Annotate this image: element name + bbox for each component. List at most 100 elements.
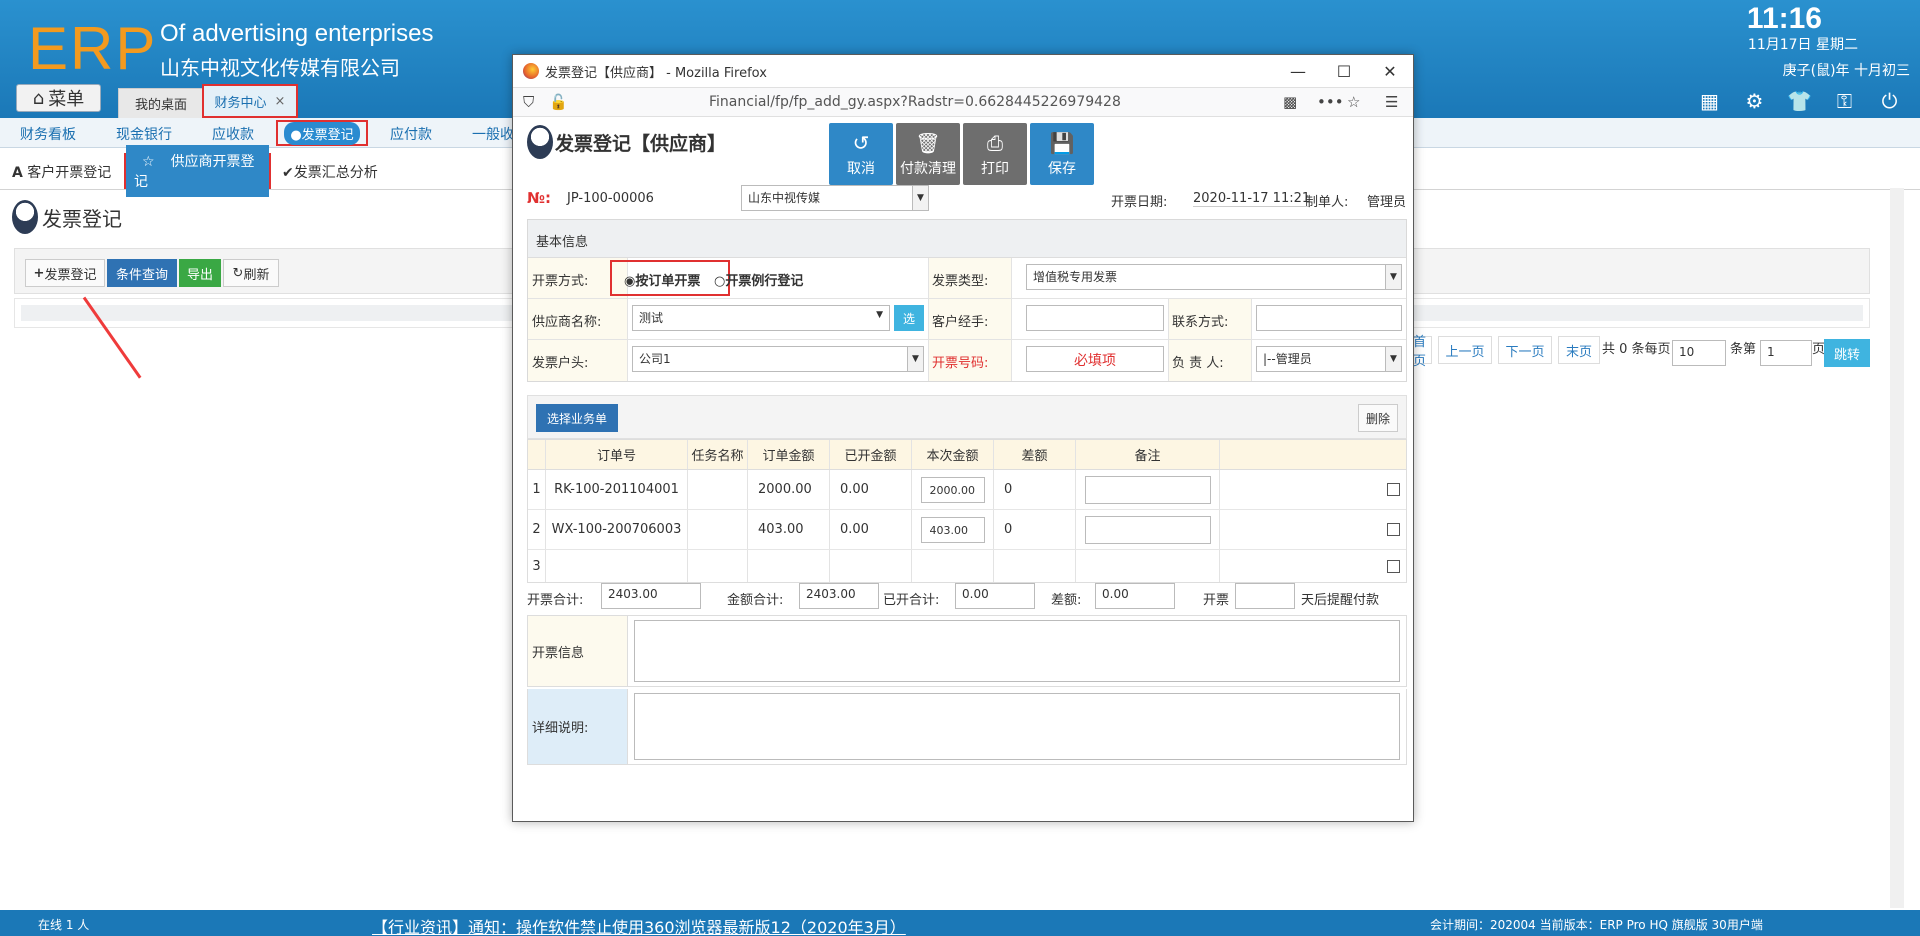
shirt-icon[interactable]: 👕 [1787,88,1812,113]
detail-textarea[interactable] [634,693,1400,760]
maker-label: 制单人: [1305,195,1349,210]
prev-page-button[interactable]: 上一页 [1438,336,1492,364]
clock: 11:16 [1746,2,1822,35]
account-select[interactable]: 公司1 ▼ [632,346,924,372]
key-icon[interactable]: ⚿ [1832,88,1857,113]
tab-desktop[interactable]: 我的桌面 [118,88,204,118]
row-checkbox[interactable] [1387,523,1400,536]
pager-total: 共 0 条每页 [1602,342,1671,357]
page-title: 发票登记 [12,200,122,234]
header-icons: ▦ ⚙ 👕 ⚿ ⏻ [1697,88,1902,113]
company-select[interactable]: 山东中视传媒 ▼ [741,185,929,211]
print-button[interactable]: ⎙ 打印 [963,123,1027,185]
caret-icon: ▼ [876,310,883,320]
page-number-input[interactable]: 1 [1760,340,1812,366]
add-invoice-button[interactable]: + 发票登记 [25,259,105,287]
tab-customer-invoice[interactable]: A 客户开票登记 [12,162,111,182]
qr-icon[interactable]: ▩ [1283,93,1297,111]
status-bar: 在线 1 人 【行业资讯】通知：操作软件禁止使用360浏览器最新版12（2020… [0,910,1920,936]
scrollbar[interactable] [1890,188,1904,908]
invoice-info-textarea[interactable] [634,620,1400,682]
check-icon: ✔ [282,165,294,181]
clear-payment-button[interactable]: 🗑 付款清理 [896,123,960,185]
invoice-info-box: 开票信息 [527,615,1407,687]
col-order-no: 订单号 [546,440,688,469]
gear-icon[interactable]: ⚙ [1742,88,1767,113]
maximize-icon[interactable]: ☐ [1321,55,1367,87]
per-page-select[interactable]: 10 [1672,340,1726,366]
insecure-icon: 🔓 [549,93,568,111]
amount-total[interactable]: 2403.00 [799,583,879,609]
close-icon[interactable]: ✕ [1367,55,1413,87]
invoice-type-select[interactable]: 增值税专用发票 ▼ [1026,264,1402,290]
cancel-button[interactable]: ↺ 取消 [829,123,893,185]
number-input[interactable]: 必填项 [1026,346,1164,372]
chevron-down-icon: ▼ [1385,347,1401,371]
power-icon[interactable]: ⏻ [1877,88,1902,113]
jump-button[interactable]: 跳转 [1824,339,1870,367]
table-row: 3 [528,550,1406,582]
invoice-total[interactable]: 2403.00 [601,583,701,609]
orders-grid: 订单号 任务名称 订单金额 已开金额 本次金额 差额 备注 1 RK-100-2… [527,439,1407,583]
nav-item-board[interactable]: 财务看板 [20,124,76,144]
remind-days-input[interactable] [1235,583,1295,609]
nav-item-receivable[interactable]: 应收款 [212,124,254,144]
refresh-icon: ↻ [232,265,244,281]
menu-button[interactable]: ⌂ 菜单 [16,84,101,112]
first-page-button[interactable]: 首页 [1412,335,1432,369]
last-page-button[interactable]: 末页 [1558,336,1600,364]
mode-routine-radio[interactable]: ○开票例行登记 [714,270,803,289]
erp-logo: ERP [28,15,158,82]
apps-icon[interactable]: ▦ [1697,88,1722,113]
query-button[interactable]: 条件查询 [107,259,177,287]
date-label: 开票日期: [1111,195,1168,210]
row-checkbox[interactable] [1387,559,1400,573]
news-link[interactable]: 【行业资讯】通知：操作软件禁止使用360浏览器最新版12（2020年3月） [372,914,906,936]
nav-item-cash[interactable]: 现金银行 [116,124,172,144]
next-page-button[interactable]: 下一页 [1498,336,1552,364]
contact-input[interactable] [1256,305,1402,331]
owner-select[interactable]: |--管理员 ▼ [1256,346,1402,372]
pick-supplier-button[interactable]: 选 [894,305,924,331]
online-count: 在线 1 人 [38,918,90,932]
firefox-icon [523,63,539,79]
pager-page-text: 条第 [1730,342,1757,357]
nav-item-invoice[interactable]: ●发票登记 [276,120,368,146]
owner-label: 负 责 人: [1172,356,1224,371]
invoice-info-label: 开票信息 [528,616,628,686]
basic-info-form: 基本信息 开票方式: ◉按订单开票 ○开票例行登记 发票类型: 增值税专用发票 ▼… [527,219,1407,382]
current-amount-input[interactable]: 2000.00 [920,476,985,503]
tab-finance[interactable]: 财务中心 × [202,84,298,118]
current-amount-input[interactable]: 403.00 [920,516,985,543]
more-icon[interactable]: ••• [1317,93,1344,111]
export-button[interactable]: 导出 [179,259,221,287]
row-checkbox[interactable] [1387,483,1400,496]
tab-invoice-summary[interactable]: ✔发票汇总分析 [282,162,378,182]
tab-supplier-invoice[interactable]: ☆ 供应商开票登记 [124,145,271,197]
delete-button[interactable]: 删除 [1358,404,1398,432]
remark-input[interactable] [1084,475,1211,504]
manager-input[interactable] [1026,305,1164,331]
supplier-label: 供应商名称: [532,315,602,330]
select-orders-button[interactable]: 选择业务单 [536,404,618,432]
nav-item-payable[interactable]: 应付款 [390,124,432,144]
undo-icon: ↺ [852,130,870,155]
url-bar[interactable]: ⛉ 🔓 Financial/fp/fp_add_gy.aspx?Radstr=0… [513,87,1413,117]
totals-row: 开票合计: 2403.00 金额合计: 2403.00 已开合计: 0.00 差… [527,583,1407,613]
nav-item-general[interactable]: 一般收 [472,124,514,144]
refresh-button[interactable]: ↻ 刷新 [223,259,279,287]
diff-total[interactable]: 0.00 [1095,583,1175,609]
number-label: 开票号码: [932,356,989,371]
mode-order-radio[interactable]: ◉按订单开票 [624,270,700,289]
supplier-select[interactable]: 测试 ▼ [632,305,890,331]
close-icon[interactable]: × [275,94,286,109]
opened-total[interactable]: 0.00 [955,583,1035,609]
date-value[interactable]: 2020-11-17 11:21 [1193,191,1311,207]
type-label: 发票类型: [932,274,989,289]
save-button[interactable]: 💾 保存 [1030,123,1094,185]
hamburger-icon[interactable]: ☰ [1385,93,1398,111]
star-icon[interactable]: ☆ [1347,93,1360,111]
invoice-popup-window: 发票登记【供应商】 - Mozilla Firefox — ☐ ✕ ⛉ 🔓 Fi… [512,54,1414,822]
minimize-icon[interactable]: — [1275,55,1321,87]
remark-input[interactable] [1084,515,1211,544]
